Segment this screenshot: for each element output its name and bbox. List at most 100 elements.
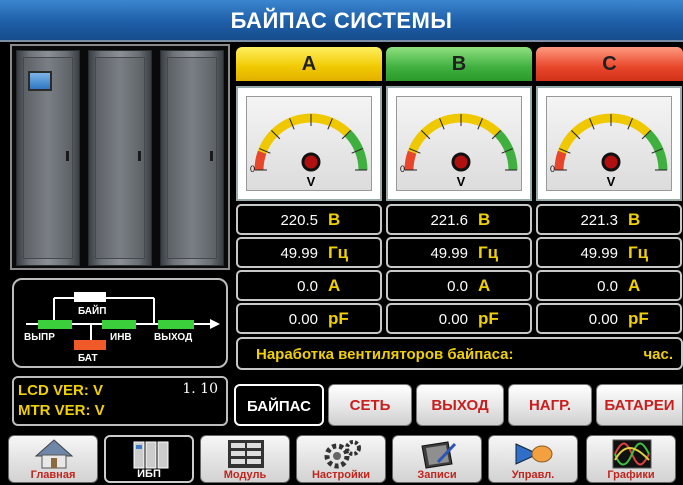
voltage-value: 221.6: [430, 212, 468, 229]
gauge-arc-segment: [407, 113, 501, 154]
cabinet-3: [160, 50, 224, 266]
voltage-unit: В: [628, 210, 641, 229]
pf-unit: pF: [628, 309, 649, 328]
bypass-flow-diagram: БАЙП ВЫПР ИНВ ВЫХОД БАТ: [12, 278, 228, 368]
frequency-value: 49.99: [580, 245, 618, 262]
nav-label: Записи: [417, 469, 457, 481]
voltage-unit: В: [328, 210, 341, 229]
tab-output[interactable]: ВЫХОД: [416, 384, 504, 426]
graph-icon: [612, 439, 652, 469]
pf-value: 0.00: [288, 311, 318, 328]
nav-label: Управл.: [511, 469, 555, 481]
gauge-needle-hub: [601, 152, 621, 172]
pf-value: 0.00: [588, 311, 618, 328]
nav-label: Главная: [30, 469, 76, 481]
phase-c-frequency-cell: 49.99 Гц: [536, 237, 682, 268]
nav-graphs-button[interactable]: Графики: [586, 435, 676, 483]
fan-runtime-unit: час.: [643, 346, 673, 363]
nav-control-button[interactable]: Управл.: [488, 435, 578, 483]
flow-label-inverter: ИНВ: [110, 332, 132, 343]
current-unit: А: [478, 276, 491, 295]
cabinet-screen-icon: [28, 71, 52, 91]
nav-module-button[interactable]: Модуль: [200, 435, 290, 483]
lcd-version-value: 1. 10: [182, 381, 218, 397]
tab-batteries[interactable]: БАТАРЕИ: [596, 384, 683, 426]
frequency-value: 49.99: [430, 245, 468, 262]
gauge-zero-label: 0: [250, 164, 256, 174]
pf-value: 0.00: [438, 311, 468, 328]
pf-unit: pF: [478, 309, 499, 328]
bottom-navigation: Главная ИБП Модуль Настройки Записи Упра…: [0, 431, 683, 485]
current-unit: А: [328, 276, 341, 295]
phase-a-frequency-cell: 49.99 Гц: [236, 237, 382, 268]
phase-c-voltage-cell: 221.3 В: [536, 204, 682, 235]
flow-label-battery: БАТ: [78, 353, 98, 364]
nav-label: ИБП: [137, 468, 161, 480]
phase-b-frequency-cell: 49.99 Гц: [386, 237, 532, 268]
frequency-unit: Гц: [628, 243, 649, 262]
control-icon: [515, 443, 553, 465]
gauge-zero-label: 0: [550, 164, 556, 174]
bypass-block: [74, 292, 106, 302]
version-panel: LCD VER: V 1. 10 MTR VER: V: [12, 376, 228, 426]
gauge-unit-label: V: [456, 174, 466, 189]
output-block: [158, 320, 194, 329]
ups-cabinets-illustration: [10, 44, 230, 270]
phase-a-current-cell: 0.0 А: [236, 270, 382, 301]
inverter-block: [102, 320, 136, 329]
phase-b-current-cell: 0.0 А: [386, 270, 532, 301]
frequency-unit: Гц: [328, 243, 349, 262]
battery-block: [74, 340, 106, 350]
title-bar: БАЙПАС СИСТЕМЫ: [0, 0, 683, 42]
frequency-value: 49.99: [280, 245, 318, 262]
lcd-version-label: LCD VER: V: [18, 382, 104, 399]
gauge-unit-label: V: [306, 174, 316, 189]
page-title: БАЙПАС СИСТЕМЫ: [230, 8, 453, 33]
frequency-unit: Гц: [478, 243, 499, 262]
nav-label: Графики: [607, 469, 655, 481]
fan-runtime-row: Наработка вентиляторов байпаса: час.: [236, 337, 683, 370]
nav-label: Модуль: [223, 469, 267, 481]
gauge-zero-label: 0: [400, 164, 406, 174]
voltage-value: 220.5: [280, 212, 318, 229]
phase-c-current-cell: 0.0 А: [536, 270, 682, 301]
mtr-version-label: MTR VER: V: [18, 402, 105, 419]
phase-b-voltage-gauge: 0 V: [386, 86, 532, 201]
current-unit: А: [628, 276, 641, 295]
nav-home-button[interactable]: Главная: [8, 435, 98, 483]
nav-settings-button[interactable]: Настройки: [296, 435, 386, 483]
fan-runtime-label: Наработка вентиляторов байпаса:: [256, 346, 514, 363]
gauge-arc-segment: [557, 113, 651, 154]
nav-ups-button[interactable]: ИБП: [104, 435, 194, 483]
gauge-arc-segment: [404, 150, 417, 171]
home-icon: [34, 439, 74, 469]
flow-label-bypass: БАЙП: [78, 306, 107, 317]
phase-a-header: A: [236, 47, 382, 81]
tab-load[interactable]: НАГР.: [508, 384, 592, 426]
phase-c-voltage-gauge: 0 V: [536, 86, 682, 201]
phase-a-voltage-cell: 220.5 В: [236, 204, 382, 235]
gauge-arc-segment: [254, 150, 267, 171]
voltage-value: 221.3: [580, 212, 618, 229]
current-value: 0.0: [597, 278, 618, 295]
gauge-arc-segment: [554, 150, 567, 171]
gauge-needle-hub: [301, 152, 321, 172]
nav-label: Настройки: [311, 469, 371, 481]
records-icon: [421, 441, 457, 469]
phase-a-voltage-gauge: 0 V: [236, 86, 382, 201]
phase-b-pf-cell: 0.00 pF: [386, 303, 532, 334]
voltage-unit: В: [478, 210, 491, 229]
settings-icon: [324, 440, 361, 469]
gauge-unit-label: V: [606, 174, 616, 189]
nav-records-button[interactable]: Записи: [392, 435, 482, 483]
gauge-arc-segment: [257, 113, 351, 154]
tab-bypass[interactable]: БАЙПАС: [234, 384, 324, 426]
cabinet-2: [88, 50, 152, 266]
ups-cabinet-icon: [133, 441, 169, 469]
flow-label-rectifier: ВЫПР: [24, 332, 55, 343]
pf-unit: pF: [328, 309, 349, 328]
rectifier-block: [38, 320, 72, 329]
phase-c-header: C: [536, 47, 683, 81]
tab-mains[interactable]: СЕТЬ: [328, 384, 412, 426]
module-icon: [228, 440, 264, 468]
